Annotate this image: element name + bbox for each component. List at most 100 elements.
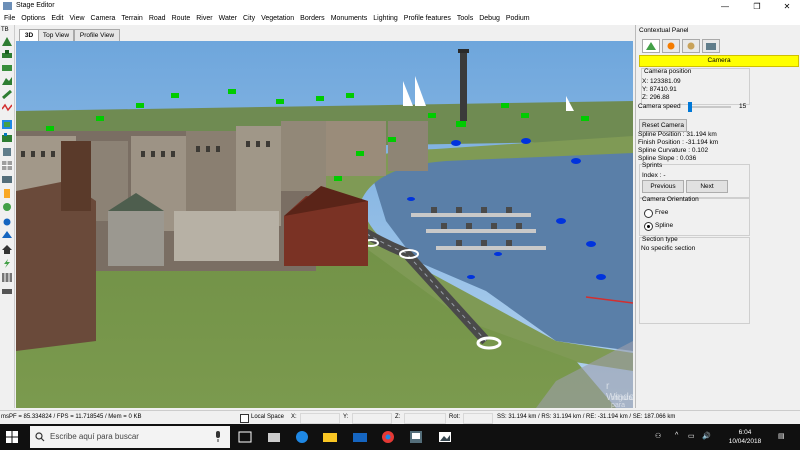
menu-file[interactable]: File — [0, 13, 18, 25]
panel-tab-lighting[interactable] — [682, 39, 700, 53]
leaf-icon — [646, 42, 656, 50]
camera-position-label: Camera position — [644, 68, 692, 75]
previous-button[interactable]: Previous — [642, 180, 684, 193]
sprint-index: Index : - — [642, 172, 666, 179]
volume-icon[interactable]: 🔊 — [702, 432, 711, 440]
menu-road[interactable]: Road — [146, 13, 169, 25]
notifications-icon[interactable]: ▤ — [778, 432, 785, 440]
menu-river[interactable]: River — [193, 13, 215, 25]
microphone-icon[interactable] — [214, 431, 222, 443]
menu-borders[interactable]: Borders — [297, 13, 328, 25]
store-icon[interactable] — [266, 429, 282, 445]
menu-tools[interactable]: Tools — [454, 13, 476, 25]
menu-route[interactable]: Route — [169, 13, 194, 25]
chevron-up-icon[interactable]: ^ — [675, 432, 678, 439]
layers-tool-icon[interactable] — [2, 175, 12, 184]
taskbar: Escribe aquí para buscar ⚇ ^ ▭ 🔊 6:04 10… — [0, 424, 800, 450]
battery-icon[interactable]: ▭ — [688, 432, 695, 440]
panel-title: Contextual Panel — [639, 27, 689, 34]
photos-icon[interactable] — [437, 429, 453, 445]
3d-viewport[interactable]: r Windows nfiguración para activar Windo… — [16, 41, 633, 408]
menu-profile-features[interactable]: Profile features — [401, 13, 454, 25]
menu-podium[interactable]: Podium — [503, 13, 533, 25]
spline-slope: Spline Slope : 0.036 — [638, 155, 697, 162]
y-label: Y: — [343, 414, 349, 420]
menu-water[interactable]: Water — [216, 13, 240, 25]
menu-camera[interactable]: Camera — [88, 13, 119, 25]
chrome-icon[interactable] — [380, 429, 396, 445]
pen-tool-icon[interactable] — [2, 90, 12, 99]
panel-tab-objects[interactable] — [662, 39, 680, 53]
status-bar: msPF = 85.334824 / FPS = 11.718545 / Mem… — [0, 410, 800, 424]
vegetation-tool-icon[interactable] — [2, 203, 12, 212]
menu-monuments[interactable]: Monuments — [328, 13, 371, 25]
city-tool-icon[interactable] — [2, 133, 12, 142]
taskbar-search-box[interactable]: Escribe aquí para buscar — [30, 426, 230, 448]
panel-tab-camera[interactable] — [702, 39, 720, 53]
free-radio[interactable] — [644, 209, 653, 218]
camera-speed-slider-track[interactable] — [688, 106, 731, 108]
left-toolbar: TB — [0, 25, 15, 408]
menu-lighting[interactable]: Lighting — [370, 13, 401, 25]
finish-position: Finish Position : -31.194 km — [638, 139, 719, 146]
spline-radio-label: Spline — [655, 222, 674, 229]
columns-tool-icon[interactable] — [2, 273, 12, 282]
terrain-tool-icon[interactable] — [2, 37, 12, 46]
task-view-icon[interactable] — [237, 429, 253, 445]
taskbar-clock[interactable]: 6:04 10/04/2018 — [720, 428, 770, 446]
title-bar: Stage Editor — ❐ ✕ — [0, 0, 800, 13]
stage-editor-taskbar-icon[interactable] — [408, 429, 424, 445]
lighting-tool-icon[interactable] — [2, 217, 12, 226]
windows-start-icon[interactable] — [6, 431, 18, 443]
menu-bar: File Options Edit View Camera Terrain Road Rout… — [0, 13, 800, 25]
menu-edit[interactable]: Edit — [48, 13, 66, 25]
rot-field[interactable] — [463, 413, 493, 424]
lightning-tool-icon[interactable] — [2, 259, 12, 268]
mail-icon[interactable] — [352, 429, 368, 445]
water-tool-icon[interactable] — [2, 120, 12, 129]
spline-radio[interactable] — [644, 222, 653, 231]
camera-speed-value: 15 — [739, 103, 747, 110]
spline-curvature: Spline Curvature : 0.102 — [638, 147, 709, 154]
building-tool-icon[interactable] — [2, 147, 12, 156]
tools-tool-icon[interactable] — [2, 287, 12, 296]
camera-y-value: Y: 87410.91 — [642, 86, 677, 93]
camera-icon — [706, 43, 716, 50]
close-button[interactable]: ✕ — [772, 0, 800, 13]
menu-options[interactable]: Options — [18, 13, 48, 25]
rot-label: Rot: — [449, 414, 461, 420]
file-explorer-icon[interactable] — [322, 429, 338, 445]
scene-render — [16, 41, 633, 408]
local-space-checkbox[interactable] — [240, 414, 249, 423]
menu-vegetation[interactable]: Vegetation — [258, 13, 297, 25]
menu-debug[interactable]: Debug — [476, 13, 503, 25]
camera-z-value: Z: 296.88 — [642, 94, 670, 101]
camera-x-value: X: 123381.09 — [642, 78, 681, 85]
sprints-label: Sprints — [642, 162, 663, 169]
x-field[interactable] — [300, 413, 340, 424]
river-tool-icon[interactable] — [2, 76, 12, 85]
maximize-button[interactable]: ❐ — [742, 0, 772, 13]
y-field[interactable] — [352, 413, 392, 424]
tree-tool-icon[interactable] — [2, 231, 12, 240]
grid-tool-icon[interactable] — [2, 161, 12, 170]
menu-city[interactable]: City — [240, 13, 258, 25]
z-field[interactable] — [404, 413, 446, 424]
road-tool-icon[interactable] — [2, 50, 12, 59]
menu-terrain[interactable]: Terrain — [118, 13, 145, 25]
toolbar-label: TB — [1, 27, 9, 33]
menu-view[interactable]: View — [66, 13, 87, 25]
local-space-label: Local Space — [251, 414, 285, 420]
minimize-button[interactable]: — — [710, 0, 740, 13]
camera-speed-slider-thumb[interactable] — [688, 102, 692, 112]
house-tool-icon[interactable] — [2, 245, 12, 254]
panel-tab-terrain[interactable] — [642, 39, 660, 53]
curve-tool-icon[interactable] — [2, 103, 12, 112]
people-icon[interactable]: ⚇ — [655, 432, 661, 440]
route-tool-icon[interactable] — [2, 63, 12, 72]
contextual-panel: Contextual Panel Camera Camera position … — [635, 25, 800, 408]
next-button[interactable]: Next — [686, 180, 728, 193]
edge-icon[interactable] — [294, 429, 310, 445]
sun-icon — [667, 42, 675, 50]
monument-tool-icon[interactable] — [2, 189, 12, 198]
